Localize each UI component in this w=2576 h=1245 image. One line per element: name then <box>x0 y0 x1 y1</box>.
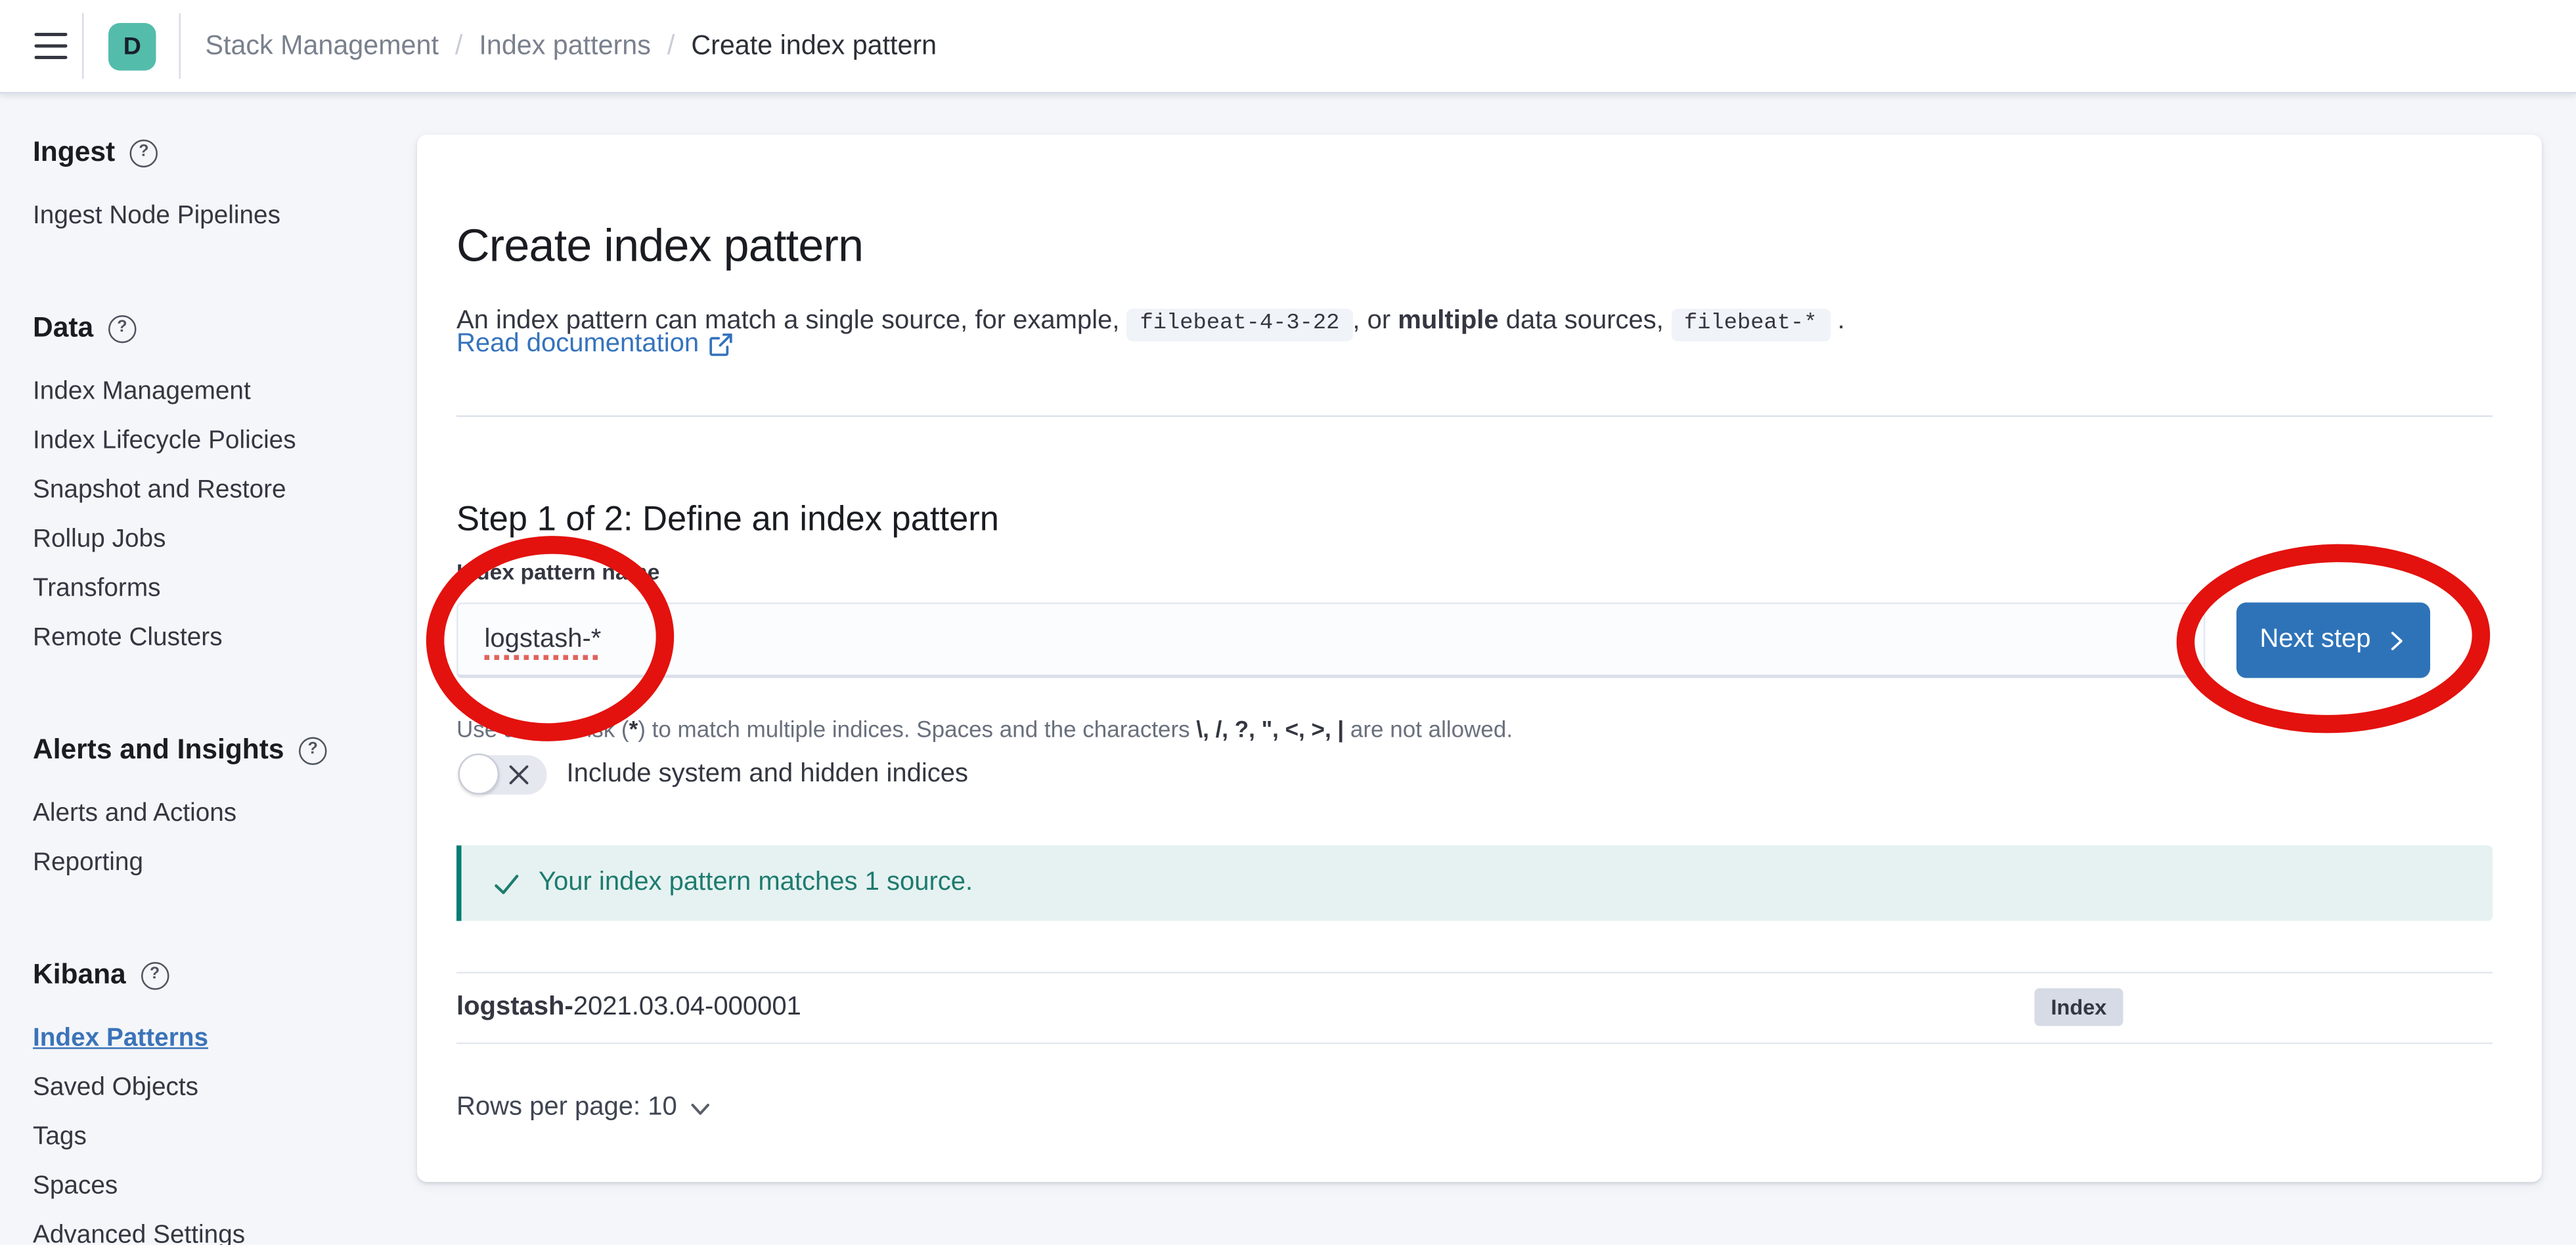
intro-text: An index pattern can match a single sour… <box>456 302 2493 345</box>
sidebar-item-remote-clusters[interactable]: Remote Clusters <box>33 614 417 663</box>
create-index-pattern-panel: Create index pattern An index pattern ca… <box>417 135 2542 1182</box>
rows-per-page-button[interactable]: Rows per page: 10 <box>456 1089 713 1128</box>
chevron-right-icon <box>2386 630 2407 651</box>
external-link-icon <box>709 334 732 357</box>
sidebar-item-saved-objects[interactable]: Saved Objects <box>33 1064 417 1113</box>
sidebar-item-index-patterns[interactable]: Index Patterns <box>33 1015 417 1064</box>
cross-icon <box>506 762 532 788</box>
sidebar-section-title: Kibana <box>33 955 126 995</box>
next-step-button[interactable]: Next step <box>2236 603 2430 678</box>
toggle-label: Include system and hidden indices <box>567 760 968 790</box>
index-pattern-name-value: logstash-* <box>485 624 602 654</box>
sidebar-section-data: Data ? Index Management Index Lifecycle … <box>33 309 417 663</box>
index-name: logstash-2021.03.04-000001 <box>456 994 801 1023</box>
matching-indices-table: logstash-2021.03.04-000001 Index <box>456 972 2493 1044</box>
index-pattern-name-label: Index pattern name <box>456 558 659 586</box>
header-divider <box>82 13 84 79</box>
success-callout: Your index pattern matches 1 source. <box>456 846 2493 921</box>
step-heading: Step 1 of 2: Define an index pattern <box>456 496 999 546</box>
forbidden-chars: \, /, ?, ", <, >, | <box>1196 716 1344 742</box>
breadcrumb-create-index-pattern: Create index pattern <box>691 30 937 62</box>
header-divider <box>179 13 181 79</box>
help-icon[interactable]: ? <box>299 736 327 764</box>
breadcrumb: Stack Management / Index patterns / Crea… <box>206 30 937 62</box>
include-hidden-indices-toggle[interactable] <box>460 755 547 795</box>
callout-text: Your index pattern matches 1 source. <box>539 869 973 898</box>
include-hidden-indices-row: Include system and hidden indices <box>460 755 968 795</box>
breadcrumb-index-patterns[interactable]: Index patterns <box>479 30 650 62</box>
sidebar-item-tags[interactable]: Tags <box>33 1113 417 1162</box>
help-icon[interactable]: ? <box>108 315 137 343</box>
sidebar-item-reporting[interactable]: Reporting <box>33 839 417 888</box>
breadcrumb-separator: / <box>667 30 675 62</box>
sidebar-section-alerts-and-insights: Alerts and Insights ? Alerts and Actions… <box>33 731 417 888</box>
code-example-wildcard: filebeat-* <box>1671 309 1831 341</box>
kibana-create-index-pattern-page: D Stack Management / Index patterns / Cr… <box>0 0 2576 1245</box>
help-icon[interactable]: ? <box>141 961 169 990</box>
space-initial: D <box>123 32 141 60</box>
asterisk-char: * <box>629 716 638 742</box>
help-icon[interactable]: ? <box>130 139 158 167</box>
sidebar-section-title: Alerts and Insights <box>33 731 284 770</box>
table-row: logstash-2021.03.04-000001 Index <box>456 972 2493 1044</box>
management-sidebar: Ingest ? Ingest Node Pipelines Data ? In… <box>0 92 417 1245</box>
menu-icon[interactable] <box>20 13 82 79</box>
sidebar-item-index-lifecycle-policies[interactable]: Index Lifecycle Policies <box>33 417 417 466</box>
code-example-single: filebeat-4-3-22 <box>1127 309 1353 341</box>
input-help-text: Use an asterisk (*) to match multiple in… <box>456 712 1513 745</box>
toggle-knob <box>458 754 500 795</box>
sidebar-item-alerts-and-actions[interactable]: Alerts and Actions <box>33 790 417 839</box>
breadcrumb-separator: / <box>455 30 462 62</box>
sidebar-item-snapshot-and-restore[interactable]: Snapshot and Restore <box>33 466 417 515</box>
sidebar-item-spaces[interactable]: Spaces <box>33 1162 417 1212</box>
index-pattern-name-input[interactable]: logstash-* <box>456 603 2206 678</box>
index-type-badge: Index <box>2035 988 2123 1026</box>
check-icon <box>493 869 521 898</box>
sidebar-item-advanced-settings[interactable]: Advanced Settings <box>33 1212 417 1245</box>
sidebar-item-transforms[interactable]: Transforms <box>33 565 417 614</box>
space-avatar[interactable]: D <box>108 22 156 70</box>
section-divider <box>456 416 2493 418</box>
sidebar-section-title: Data <box>33 309 93 348</box>
top-header-bar: D Stack Management / Index patterns / Cr… <box>0 0 2576 94</box>
sidebar-section-kibana: Kibana ? Index Patterns Saved Objects Ta… <box>33 955 417 1245</box>
read-documentation-link[interactable]: Read documentation <box>456 325 732 364</box>
sidebar-section-title: Ingest <box>33 133 115 173</box>
sidebar-item-rollup-jobs[interactable]: Rollup Jobs <box>33 515 417 565</box>
breadcrumb-stack-management[interactable]: Stack Management <box>206 30 439 62</box>
page-title: Create index pattern <box>456 216 863 275</box>
chevron-down-icon <box>688 1096 713 1121</box>
sidebar-item-ingest-node-pipelines[interactable]: Ingest Node Pipelines <box>33 192 417 242</box>
sidebar-section-ingest: Ingest ? Ingest Node Pipelines <box>33 133 417 242</box>
sidebar-item-index-management[interactable]: Index Management <box>33 368 417 417</box>
